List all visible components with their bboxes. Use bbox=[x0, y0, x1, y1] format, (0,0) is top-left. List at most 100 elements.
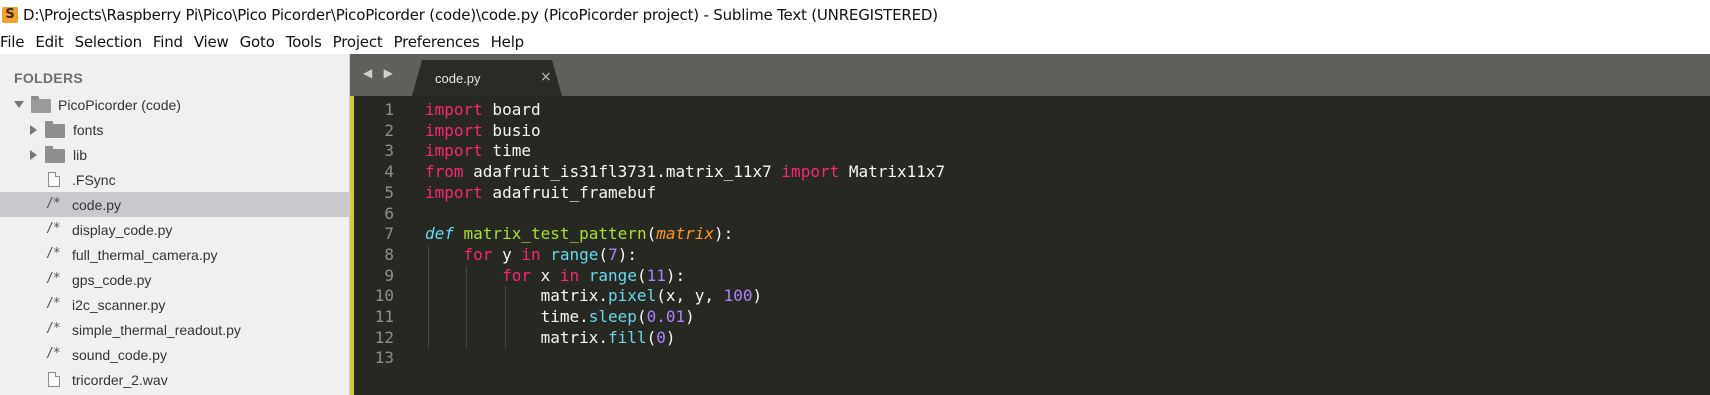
menu-bar: File Edit Selection Find View Goto Tools… bbox=[0, 29, 1710, 54]
menu-selection[interactable]: Selection bbox=[75, 33, 143, 51]
code-line[interactable]: import board bbox=[425, 100, 541, 119]
code-token: 0.01 bbox=[646, 307, 686, 326]
line-number: 9 bbox=[384, 265, 394, 285]
code-line[interactable]: def matrix_test_pattern(matrix): bbox=[425, 224, 733, 243]
tab-bar: ◀ ▶ code.py × bbox=[350, 54, 1710, 96]
sidebar-item-fonts[interactable]: fonts bbox=[0, 117, 349, 142]
sidebar-item-gps-code[interactable]: /* gps_code.py bbox=[0, 267, 349, 292]
code-token: ( bbox=[636, 307, 647, 326]
code-line[interactable]: for x in range(11): bbox=[425, 266, 685, 285]
code-token: ): bbox=[617, 244, 637, 264]
code-token: ( bbox=[598, 244, 609, 264]
code-token: matrix_test_pattern bbox=[463, 224, 647, 244]
window-title: D:\Projects\Raspberry Pi\Pico\Pico Picor… bbox=[23, 5, 938, 24]
close-icon[interactable]: × bbox=[540, 69, 552, 85]
code-token: time. bbox=[425, 307, 589, 326]
line-number: 10 bbox=[374, 286, 394, 306]
line-number: 8 bbox=[384, 244, 394, 264]
code-line[interactable]: import time bbox=[425, 141, 531, 160]
sidebar-item-full-thermal-camera[interactable]: /* full_thermal_camera.py bbox=[0, 242, 349, 267]
tab-nav-arrows-icon[interactable]: ◀ ▶ bbox=[363, 66, 397, 80]
sidebar-item-i2c-scanner[interactable]: /* i2c_scanner.py bbox=[0, 292, 349, 317]
menu-find[interactable]: Find bbox=[153, 33, 183, 51]
code-token: range bbox=[588, 265, 637, 285]
sidebar-item-label: lib bbox=[73, 146, 88, 163]
sidebar-item-fsync[interactable]: .FSync bbox=[0, 167, 349, 192]
sidebar-item-tricorder-wav[interactable]: tricorder_2.wav bbox=[0, 367, 349, 392]
sidebar-item-label: display_code.py bbox=[72, 221, 173, 238]
folder-icon bbox=[45, 146, 65, 163]
code-token: ( bbox=[636, 265, 647, 285]
code-token: for bbox=[463, 244, 493, 264]
indent-guide bbox=[504, 286, 506, 349]
menu-edit[interactable]: Edit bbox=[35, 33, 63, 51]
source-file-icon: /* bbox=[46, 271, 61, 286]
sidebar-item-label: .FSync bbox=[72, 171, 116, 188]
sidebar-root-folder[interactable]: PicoPicorder (code) bbox=[0, 92, 349, 117]
code-token: ( bbox=[646, 327, 657, 347]
menu-goto[interactable]: Goto bbox=[240, 33, 275, 51]
code-token: ) bbox=[685, 307, 695, 326]
menu-help[interactable]: Help bbox=[491, 33, 525, 51]
code-editor[interactable]: 1 2 3 4 5 6 7 8 9 10 11 12 13 import board import bus… bbox=[350, 96, 1710, 395]
code-token: import bbox=[425, 120, 483, 140]
menu-file[interactable]: File bbox=[0, 33, 25, 51]
code-token: ) bbox=[665, 327, 676, 347]
line-number: 6 bbox=[384, 203, 394, 223]
code-token: time bbox=[482, 141, 531, 161]
code-line[interactable]: for y in range(7): bbox=[425, 245, 637, 264]
code-token: sleep bbox=[588, 307, 637, 326]
menu-project[interactable]: Project bbox=[333, 33, 383, 51]
code-token: 0 bbox=[656, 327, 666, 347]
chevron-right-icon[interactable] bbox=[30, 150, 37, 160]
code-token: 11 bbox=[646, 265, 666, 285]
code-token: import bbox=[781, 162, 840, 182]
code-line[interactable]: from adafruit_is31fl3731.matrix_11x7 imp… bbox=[425, 162, 945, 181]
code-token: fill bbox=[608, 327, 647, 347]
sidebar-item-label: tricorder_2.wav bbox=[72, 371, 168, 388]
tab-label: code.py bbox=[435, 71, 481, 86]
code-token: import bbox=[425, 182, 483, 202]
sidebar-item-label: sound_code.py bbox=[72, 346, 167, 363]
sidebar-item-sound-code[interactable]: /* sound_code.py bbox=[0, 342, 349, 367]
line-number: 7 bbox=[384, 224, 394, 244]
chevron-down-icon[interactable] bbox=[14, 101, 24, 108]
code-token: def bbox=[425, 224, 454, 244]
code-token: ): bbox=[665, 265, 686, 285]
file-icon bbox=[48, 372, 60, 387]
code-token: x bbox=[530, 265, 560, 285]
code-line[interactable]: import adafruit_framebuf bbox=[425, 183, 656, 202]
folders-header: FOLDERS bbox=[14, 70, 83, 86]
sidebar-item-label: full_thermal_camera.py bbox=[72, 246, 218, 263]
line-number: 12 bbox=[374, 327, 394, 347]
source-file-icon: /* bbox=[46, 296, 61, 311]
sidebar-item-label: fonts bbox=[73, 121, 104, 138]
menu-tools[interactable]: Tools bbox=[286, 33, 322, 51]
code-line[interactable]: matrix.pixel(x, y, 100) bbox=[425, 286, 763, 305]
line-number: 3 bbox=[384, 141, 394, 161]
code-line[interactable]: import busio bbox=[425, 121, 541, 140]
sidebar-item-lib[interactable]: lib bbox=[0, 142, 349, 167]
menu-view[interactable]: View bbox=[194, 33, 229, 51]
line-number: 5 bbox=[384, 182, 394, 202]
source-file-icon: /* bbox=[46, 321, 61, 336]
chevron-right-icon[interactable] bbox=[30, 125, 37, 135]
code-line[interactable]: matrix.fill(0) bbox=[425, 327, 676, 347]
code-token: matrix bbox=[656, 224, 715, 244]
file-icon bbox=[48, 172, 60, 187]
sidebar-item-simple-thermal-readout[interactable]: /* simple_thermal_readout.py bbox=[0, 317, 349, 342]
line-number: 2 bbox=[384, 120, 394, 140]
sidebar-item-display-code[interactable]: /* display_code.py bbox=[0, 217, 349, 242]
folder-open-icon bbox=[31, 96, 51, 113]
tab-code-py[interactable]: code.py × bbox=[412, 60, 562, 96]
sidebar-item-code-py[interactable]: /* code.py bbox=[0, 192, 349, 217]
code-token: y bbox=[492, 244, 522, 264]
code-token: from bbox=[425, 162, 464, 182]
source-file-icon: /* bbox=[46, 221, 61, 236]
code-token: import bbox=[425, 100, 483, 119]
menu-preferences[interactable]: Preferences bbox=[394, 33, 480, 51]
code-token: in bbox=[559, 265, 580, 285]
